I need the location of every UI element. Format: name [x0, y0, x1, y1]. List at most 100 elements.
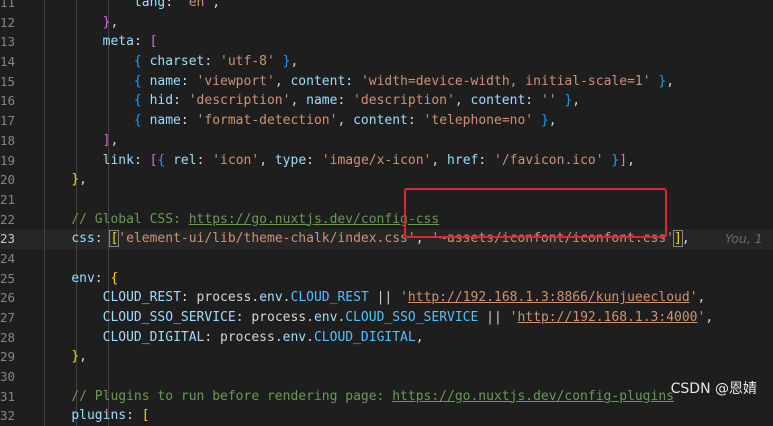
code-text: CLOUD_REST: process.env.CLOUD_REST || 'h… [40, 288, 706, 308]
code-line[interactable]: 26 CLOUD_REST: process.env.CLOUD_REST ||… [0, 288, 773, 308]
line-number: 29 [0, 349, 16, 365]
code-token: 'element-ui/lib/theme-chalk/index.css' [118, 231, 416, 247]
line-number: 31 [0, 388, 16, 404]
code-token: CLOUD_REST [290, 290, 369, 306]
code-token: , [697, 290, 706, 306]
code-line[interactable]: 20 }, [0, 170, 773, 190]
code-token: env [259, 290, 283, 306]
code-token: http://192.168.1.3:4000 [517, 310, 698, 325]
code-line[interactable]: 18 ], [0, 130, 773, 151]
code-token: '/favicon.ico' [494, 152, 604, 168]
code-token: 'viewport' [196, 73, 275, 89]
code-token: CLOUD_DIGITAL [313, 329, 416, 345]
code-token: content [470, 93, 526, 109]
code-token: , [705, 310, 714, 325]
code-token: name [149, 113, 181, 129]
code-token: , [431, 152, 448, 168]
code-token: : [133, 152, 150, 168]
code-line[interactable]: 13 meta: [ [0, 32, 773, 53]
code-line[interactable]: 28 CLOUD_DIGITAL: process.env.CLOUD_DIGI… [0, 327, 773, 348]
indent-guide [108, 347, 109, 368]
code-token: : [180, 73, 197, 89]
code-token: https://go.nuxtjs.dev/config-css [188, 211, 440, 227]
indent-guide [44, 189, 45, 210]
code-line[interactable]: 12 }, [0, 12, 773, 33]
code-token: link [102, 152, 134, 168]
code-line[interactable]: 17 { name: 'format-detection', content: … [0, 111, 773, 131]
line-number: 32 [0, 408, 16, 424]
line-number: 17 [0, 113, 16, 129]
code-token: , [259, 152, 275, 168]
code-token: , [79, 172, 87, 188]
code-token: , [110, 132, 119, 148]
code-token: 'utf-8' [220, 54, 275, 70]
code-token: CLOUD_REST [102, 290, 181, 306]
line-number: 15 [0, 73, 16, 89]
code-line[interactable]: 30 [0, 367, 773, 387]
line-number: 20 [0, 172, 16, 188]
code-token: , [290, 93, 307, 109]
code-token: , [454, 93, 471, 109]
code-token: 'description' [188, 93, 291, 109]
code-token: , [212, 0, 221, 10]
code-token: 'telephone=no' [423, 113, 534, 129]
code-token: charset [149, 54, 205, 70]
code-token: [ [141, 408, 150, 424]
code-line[interactable]: 32 plugins: [ [0, 406, 773, 426]
indent-guide [76, 367, 77, 387]
code-token: . [282, 290, 291, 306]
code-text: { hid: 'description', name: 'description… [40, 91, 580, 111]
code-line[interactable]: 19 link: [{ rel: 'icon', type: 'image/x-… [0, 150, 773, 171]
code-token: 'en' [180, 0, 213, 10]
code-line[interactable]: 11 lang: 'en', [0, 0, 773, 13]
code-line[interactable]: 29 }, [0, 347, 773, 368]
code-token: , [666, 73, 675, 89]
code-token: : [306, 152, 322, 168]
code-token: : [337, 93, 354, 109]
indent-guide [108, 189, 109, 210]
code-line[interactable]: 14 { charset: 'utf-8' }, [0, 52, 773, 72]
code-token: : [407, 113, 424, 129]
code-token: , [681, 231, 690, 247]
line-number: 27 [0, 310, 16, 325]
code-token: env [313, 310, 338, 325]
code-token: { [133, 73, 142, 89]
code-line[interactable]: 24 [0, 248, 773, 269]
code-token: ] [673, 230, 683, 248]
line-number: 28 [0, 329, 16, 345]
line-number: 13 [0, 34, 16, 50]
code-token: '' [540, 93, 557, 109]
indent-guide [76, 248, 77, 269]
watermark: CSDN @恩婧 [670, 381, 757, 397]
line-number: 24 [0, 250, 16, 266]
code-line[interactable]: 25 env: { [0, 268, 773, 289]
code-token: : [204, 54, 221, 70]
code-line[interactable]: 31 // Plugins to run before rendering pa… [0, 386, 773, 407]
code-token: // Global CSS: [71, 211, 189, 227]
line-number: 22 [0, 211, 16, 227]
code-text: // Plugins to run before rendering page:… [40, 387, 674, 407]
code-line[interactable]: 16 { hid: 'description', name: 'descript… [0, 91, 773, 112]
code-line[interactable]: 27 CLOUD_SSO_SERVICE: process.env.CLOUD_… [0, 308, 773, 328]
code-token: : [345, 73, 361, 89]
code-token: , [110, 14, 119, 30]
indent-guide [108, 248, 109, 269]
code-token: type [274, 152, 307, 168]
indent-guide [44, 248, 45, 269]
line-number: 25 [0, 270, 16, 286]
code-token: , [572, 93, 581, 109]
code-text: link: [{ rel: 'icon', type: 'image/x-ico… [40, 151, 635, 171]
code-line[interactable]: 15 { name: 'viewport', content: 'width=d… [0, 71, 773, 92]
code-text: }, [40, 170, 87, 190]
code-text: }, [40, 13, 119, 33]
